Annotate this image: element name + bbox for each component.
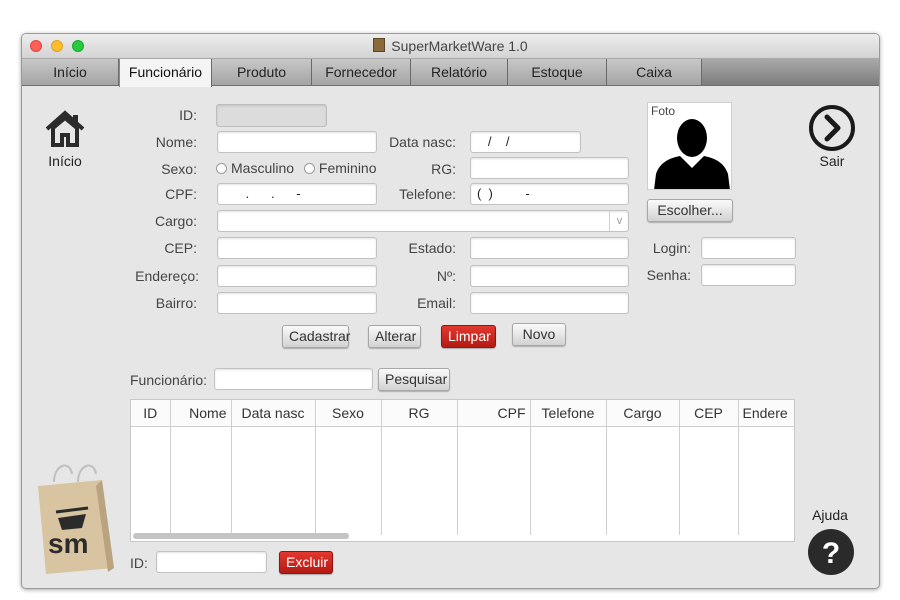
- column-header-datanasc[interactable]: Data nasc: [231, 400, 316, 427]
- radio-masculino[interactable]: Masculino: [216, 160, 294, 176]
- novo-button[interactable]: Novo: [512, 323, 566, 346]
- id-label: ID:: [179, 107, 197, 123]
- tab-produto[interactable]: Produto: [212, 59, 312, 85]
- help-button[interactable]: ?: [807, 528, 855, 576]
- tab-fornecedor[interactable]: Fornecedor: [312, 59, 411, 85]
- cpf-label: CPF:: [165, 186, 197, 202]
- title-bar: SuperMarketWare 1.0: [22, 34, 879, 59]
- house-icon: [45, 110, 85, 147]
- nome-label: Nome:: [155, 134, 197, 150]
- radio-feminino[interactable]: Feminino: [303, 160, 377, 176]
- shopping-bag-logo-icon: sm: [38, 464, 114, 574]
- endereco-field[interactable]: [217, 265, 377, 287]
- telefone-label: Telefone:: [399, 186, 456, 202]
- horizontal-scrollbar[interactable]: [133, 533, 349, 539]
- help-label[interactable]: Ajuda: [806, 507, 854, 523]
- cep-label: CEP:: [164, 240, 197, 256]
- column-header-nome[interactable]: Nome: [170, 400, 232, 427]
- photo-frame: Foto: [647, 102, 732, 190]
- arrow-right-circle-icon: [809, 105, 855, 151]
- login-label: Login:: [652, 240, 691, 256]
- shopping-bag-logo: sm: [32, 458, 116, 580]
- table-empty-row: [131, 426, 794, 535]
- nome-field[interactable]: [217, 131, 377, 153]
- column-header-telefone[interactable]: Telefone: [530, 400, 607, 427]
- column-header-cpf[interactable]: CPF: [457, 400, 531, 427]
- svg-text:?: ?: [822, 537, 840, 570]
- column-header-cargo[interactable]: Cargo: [606, 400, 680, 427]
- estado-label: Estado:: [408, 240, 456, 256]
- cpf-field[interactable]: . . -: [217, 183, 377, 205]
- estado-field[interactable]: [470, 237, 629, 259]
- choose-photo-button[interactable]: Escolher...: [647, 199, 733, 222]
- search-button[interactable]: Pesquisar: [378, 368, 450, 391]
- radio-circle-icon: [303, 162, 315, 174]
- cargo-label: Cargo:: [154, 213, 197, 229]
- tab-caixa[interactable]: Caixa: [607, 59, 702, 85]
- window-title: SuperMarketWare 1.0: [391, 38, 528, 54]
- search-label: Funcionário:: [130, 372, 208, 388]
- cep-field[interactable]: [217, 237, 377, 259]
- delete-id-field[interactable]: [156, 551, 267, 573]
- table-header-row: ID Nome Data nasc Sexo RG CPF Telefone C…: [131, 400, 794, 427]
- column-header-cep[interactable]: CEP: [679, 400, 739, 427]
- login-field[interactable]: [701, 237, 796, 259]
- window-title-wrap: SuperMarketWare 1.0: [22, 38, 879, 54]
- endereco-label: Endereço:: [135, 268, 199, 284]
- senha-label: Senha:: [646, 267, 691, 283]
- rg-field[interactable]: [470, 157, 629, 179]
- bairro-label: Bairro:: [155, 295, 197, 311]
- column-header-id[interactable]: ID: [131, 400, 171, 427]
- limpar-button[interactable]: Limpar: [441, 325, 496, 348]
- numero-field[interactable]: [470, 265, 629, 287]
- home-label[interactable]: Início: [36, 153, 94, 169]
- tab-bar: Início Funcionário Produto Fornecedor Re…: [22, 59, 879, 87]
- rg-label: RG:: [431, 161, 456, 177]
- home-button[interactable]: [43, 107, 87, 151]
- tab-funcionario[interactable]: Funcionário: [119, 59, 212, 87]
- datanasc-label: Data nasc:: [389, 134, 456, 150]
- cadastrar-button[interactable]: Cadastrar: [282, 325, 350, 348]
- numero-label: Nº:: [436, 268, 456, 284]
- search-input[interactable]: [214, 368, 373, 390]
- telefone-field[interactable]: ( ) -: [470, 183, 629, 205]
- app-icon: [373, 38, 386, 52]
- exit-label[interactable]: Sair: [806, 153, 858, 169]
- tab-estoque[interactable]: Estoque: [508, 59, 607, 85]
- tab-inicio[interactable]: Início: [22, 59, 119, 85]
- column-header-endereco[interactable]: Endere: [738, 400, 794, 427]
- question-circle-icon: ?: [808, 529, 854, 575]
- cargo-select[interactable]: [217, 210, 629, 232]
- bairro-field[interactable]: [217, 292, 377, 314]
- exit-button[interactable]: [808, 104, 856, 152]
- delete-id-label: ID:: [130, 555, 148, 571]
- email-field[interactable]: [470, 292, 629, 314]
- alterar-button[interactable]: Alterar: [368, 325, 421, 348]
- sexo-label: Sexo:: [161, 161, 197, 177]
- id-field[interactable]: [216, 104, 327, 127]
- radio-masculino-label: Masculino: [231, 160, 295, 176]
- sexo-radio-group: Masculino Feminino: [216, 160, 377, 176]
- svg-text:sm: sm: [48, 528, 88, 559]
- column-header-sexo[interactable]: Sexo: [315, 400, 382, 427]
- excluir-button[interactable]: Excluir: [279, 551, 333, 574]
- tab-relatorio[interactable]: Relatório: [411, 59, 508, 85]
- senha-field[interactable]: [701, 264, 796, 286]
- datanasc-field[interactable]: / /: [470, 131, 581, 153]
- person-silhouette-icon: [654, 119, 730, 189]
- chevron-down-icon[interactable]: v: [609, 211, 629, 231]
- radio-circle-icon: [216, 162, 227, 174]
- employee-table[interactable]: ID Nome Data nasc Sexo RG CPF Telefone C…: [130, 399, 795, 542]
- column-header-rg[interactable]: RG: [381, 400, 458, 427]
- radio-feminino-label: Feminino: [318, 160, 377, 176]
- email-label: Email:: [417, 295, 456, 311]
